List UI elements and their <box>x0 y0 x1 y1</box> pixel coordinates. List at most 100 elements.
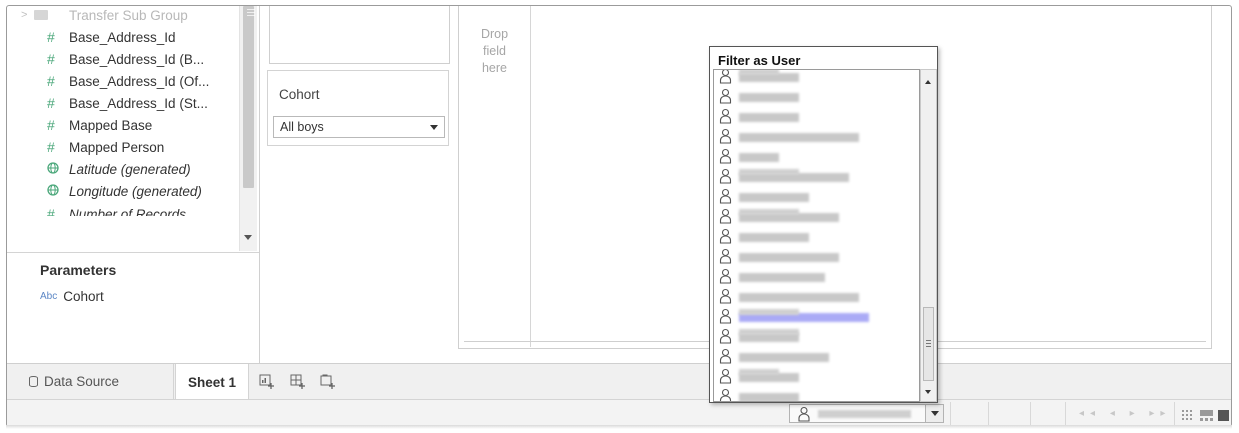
current-user-name <box>818 410 911 418</box>
field-label: Base_Address_Id (St... <box>69 95 208 111</box>
user-icon <box>719 188 732 204</box>
tab-data-source-label: Data Source <box>44 374 120 389</box>
sheet-tab-bar: Data Source Sheet 1 <box>7 363 1231 400</box>
user-icon <box>719 70 732 84</box>
hash-icon: # <box>47 29 55 45</box>
field-mapped-person[interactable]: # Mapped Person <box>7 136 239 158</box>
hash-icon: # <box>47 51 55 67</box>
user-list-item[interactable] <box>719 70 915 86</box>
user-list-item[interactable] <box>719 346 915 366</box>
database-icon <box>29 376 38 387</box>
user-list-scrollbar[interactable] <box>920 69 937 402</box>
marks-card[interactable] <box>269 6 450 64</box>
user-list-item[interactable] <box>719 166 915 186</box>
chevron-down-icon[interactable] <box>424 117 444 137</box>
new-dashboard-icon[interactable] <box>289 372 307 390</box>
hash-icon: # <box>47 206 55 222</box>
field-base-address-id-b[interactable]: # Base_Address_Id (B... <box>7 48 239 70</box>
scrollbar-thumb[interactable] <box>243 6 255 188</box>
field-longitude-generated[interactable]: Longitude (generated) <box>7 180 239 202</box>
user-list-item[interactable] <box>719 386 915 401</box>
user-icon <box>719 248 732 264</box>
user-name-redacted <box>739 93 799 102</box>
tab-data-source[interactable]: Data Source <box>7 364 174 399</box>
user-icon <box>719 368 732 384</box>
user-list-item[interactable] <box>719 326 915 346</box>
field-number-of-records[interactable]: # Number of Records <box>7 202 239 222</box>
sheet-navigation-controls[interactable]: ◂◂ ◂ ▸ ▸▸ <box>1079 408 1171 419</box>
new-worksheet-icon[interactable] <box>258 372 276 390</box>
cohort-parameter-card: Cohort All boys <box>267 70 449 146</box>
popup-title: Filter as User <box>718 53 801 68</box>
user-name-redacted <box>739 353 829 362</box>
user-icon <box>719 328 732 344</box>
show-sheets-grid-icon[interactable] <box>1182 409 1193 420</box>
field-label: Mapped Person <box>69 139 165 155</box>
cards-column: Cohort All boys <box>260 6 452 363</box>
parameter-label: Cohort <box>63 289 104 304</box>
field-label: Number of Records <box>69 206 187 222</box>
folder-icon <box>34 10 48 20</box>
tab-sheet-label: Sheet 1 <box>187 374 237 390</box>
field-label: Base_Address_Id (Of... <box>69 73 210 89</box>
show-filmstrip-icon[interactable] <box>1200 409 1213 421</box>
scrollbar-thumb[interactable] <box>923 307 934 381</box>
user-list-item[interactable] <box>719 226 915 246</box>
show-tabs-icon[interactable] <box>1218 409 1229 421</box>
user-icon <box>719 288 732 304</box>
user-list-item[interactable] <box>719 106 915 126</box>
user-list-item[interactable] <box>719 86 915 106</box>
user-name-redacted <box>739 193 809 202</box>
scroll-down-arrow-icon[interactable] <box>925 390 931 394</box>
hash-icon: # <box>47 117 55 133</box>
field-label: Base_Address_Id (B... <box>69 51 205 67</box>
new-story-icon[interactable] <box>319 372 337 390</box>
field-mapped-base[interactable]: # Mapped Base <box>7 114 239 136</box>
user-list-item[interactable] <box>719 366 915 386</box>
parameter-cohort[interactable]: Abc Cohort <box>40 289 104 304</box>
data-pane-scrollbar[interactable] <box>239 6 257 251</box>
user-icon <box>719 208 732 224</box>
filter-as-user-popup: Filter as User <box>709 46 938 403</box>
status-bar: ◂◂ ◂ ▸ ▸▸ <box>7 399 1231 426</box>
user-list-item[interactable] <box>719 246 915 266</box>
field-base-address-id-st[interactable]: # Base_Address_Id (St... <box>7 92 239 114</box>
user-name-redacted <box>739 273 825 282</box>
chevron-down-icon[interactable] <box>925 405 943 422</box>
scroll-down-arrow-icon[interactable] <box>244 235 252 240</box>
user-list-item[interactable] <box>719 286 915 306</box>
cohort-selected-value: All boys <box>280 120 324 134</box>
user-icon <box>719 388 732 401</box>
user-name-redacted <box>739 133 859 142</box>
field-label: Transfer Sub Group <box>69 7 188 23</box>
user-name-redacted <box>739 233 809 242</box>
hash-icon: # <box>47 95 55 111</box>
user-list-item[interactable] <box>719 186 915 206</box>
scroll-up-arrow-icon[interactable] <box>925 80 931 84</box>
cohort-select[interactable]: All boys <box>273 116 445 138</box>
hash-icon: # <box>47 139 55 155</box>
field-transfer-sub-group[interactable]: > Transfer Sub Group <box>7 6 239 26</box>
chevron-right-icon[interactable]: > <box>21 9 27 21</box>
string-type-icon: Abc <box>40 291 58 302</box>
user-icon <box>719 168 732 184</box>
user-name-redacted <box>739 293 859 302</box>
cohort-card-title: Cohort <box>279 87 320 102</box>
parameters-section: Parameters Abc Cohort <box>7 252 259 362</box>
field-latitude-generated[interactable]: Latitude (generated) <box>7 158 239 180</box>
data-pane: > Transfer Sub Group # Base_Address_Id #… <box>7 6 259 251</box>
user-list-item[interactable] <box>719 146 915 166</box>
filter-as-user-select[interactable] <box>789 404 944 423</box>
user-list[interactable] <box>713 69 920 402</box>
field-label: Mapped Base <box>69 117 153 133</box>
user-list-item[interactable] <box>719 126 915 146</box>
user-icon <box>719 128 732 144</box>
tab-sheet-1[interactable]: Sheet 1 <box>175 364 249 400</box>
field-base-address-id-of[interactable]: # Base_Address_Id (Of... <box>7 70 239 92</box>
user-icon <box>719 348 732 364</box>
user-list-item[interactable] <box>719 306 915 326</box>
user-list-item[interactable] <box>719 206 915 226</box>
user-icon <box>719 108 732 124</box>
user-list-item[interactable] <box>719 266 915 286</box>
field-base-address-id[interactable]: # Base_Address_Id <box>7 26 239 48</box>
